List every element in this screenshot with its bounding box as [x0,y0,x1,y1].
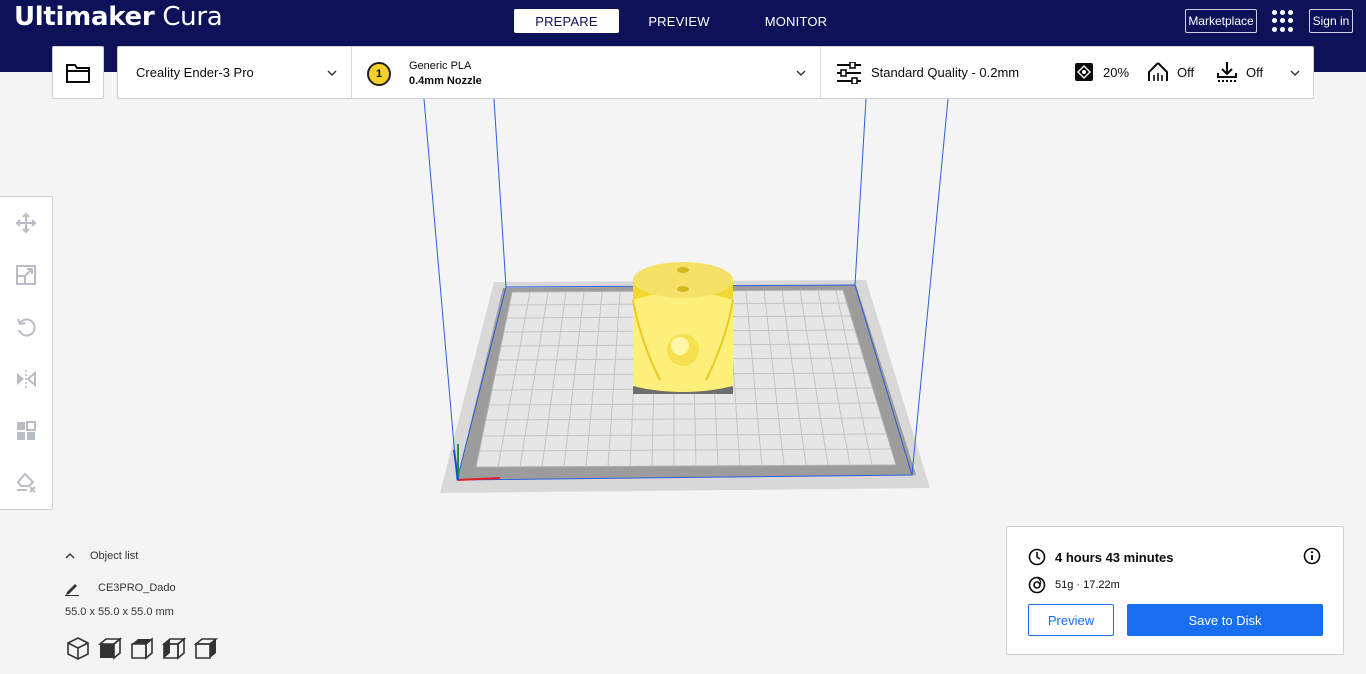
cube-right-icon [193,638,219,659]
chevron-down-icon [327,70,337,76]
per-model-settings-button[interactable] [14,419,38,443]
material-name: Generic PLA [409,60,472,72]
chevron-up-icon [65,553,75,559]
adhesion-setting: Off [1216,61,1263,83]
marketplace-button[interactable]: Marketplace [1185,9,1257,33]
chevron-down-icon [1290,70,1300,76]
info-icon[interactable] [1303,547,1321,565]
print-action-panel: 4 hours 43 minutes 51g · 17.22m Preview … [1006,526,1344,655]
printer-name: Creality Ender-3 Pro [136,65,254,80]
folder-icon [66,63,90,83]
adhesion-value: Off [1246,64,1264,80]
adhesion-icon [1217,62,1237,82]
view-front-button[interactable] [97,636,123,660]
clock-icon [1028,548,1046,566]
support-value: Off [1177,64,1195,80]
sign-in-button[interactable]: Sign in [1309,9,1353,33]
tab-prepare[interactable]: PREPARE [514,9,619,33]
object-list-item[interactable]: CE3PRO_Dado [64,580,264,596]
app-logo: Ultimaker Cura [14,2,223,32]
view-right-button[interactable] [193,636,219,660]
pencil-icon [65,584,79,596]
object-dimensions: 55.0 x 55.0 x 55.0 mm [65,606,174,618]
per-model-settings-icon [17,421,36,440]
nozzle-size: 0.4mm Nozzle [409,75,482,87]
mirror-icon [17,370,36,388]
save-to-disk-button[interactable]: Save to Disk [1127,604,1323,636]
view-left-button[interactable] [161,636,187,660]
move-icon [15,212,37,234]
infill-setting: 20% [1073,61,1129,83]
print-time: 4 hours 43 minutes [1055,549,1174,565]
view-top-button[interactable] [130,636,154,660]
quality-profile: Standard Quality - 0.2mm [871,65,1020,80]
rotate-icon [17,318,36,337]
tool-toolbar [0,196,53,510]
cube-front-icon [97,637,123,660]
print-time-row: 4 hours 43 minutes [1028,548,1173,566]
scale-icon [16,265,36,285]
material-usage-row: 51g · 17.22m [1028,576,1120,594]
view-3d-button[interactable] [66,636,90,660]
settings-sliders-icon [837,62,861,84]
scale-tool-button[interactable] [14,263,38,287]
mirror-tool-button[interactable] [14,367,38,391]
object-name: CE3PRO_Dado [98,582,176,594]
material-selector[interactable]: 1 Generic PLA 0.4mm Nozzle [352,47,821,98]
chevron-down-icon [796,70,806,76]
tab-preview[interactable]: PREVIEW [619,9,739,33]
support-blocker-icon [16,472,36,493]
support-blocker-button[interactable] [14,471,38,495]
spool-icon [1028,576,1046,594]
infill-value: 20% [1103,64,1130,80]
view-orientation-buttons [66,636,226,660]
material-info: Generic PLA 0.4mm Nozzle [409,59,482,89]
extruder-badge: 1 [367,62,391,86]
object-list-toggle[interactable]: Object list [64,550,264,562]
settings-bar: Creality Ender-3 Pro 1 Generic PLA 0.4mm… [117,46,1314,99]
stage-tabs: PREPARE PREVIEW MONITOR [514,9,853,33]
printer-selector[interactable]: Creality Ender-3 Pro [118,47,352,98]
infill-icon [1075,63,1093,81]
preview-button[interactable]: Preview [1028,604,1114,636]
object-list-title: Object list [90,550,139,562]
cube-3d-icon [67,637,89,660]
cube-top-icon [131,637,153,660]
support-icon [1148,62,1168,81]
support-setting: Off [1147,61,1194,83]
print-settings-selector[interactable]: Standard Quality - 0.2mm 20% Off Off [821,47,1313,98]
cube-left-icon [161,637,187,660]
rotate-tool-button[interactable] [14,315,38,339]
open-file-button[interactable] [52,46,104,99]
tab-monitor[interactable]: MONITOR [739,9,853,33]
apps-grid-icon[interactable] [1272,10,1294,32]
material-usage: 51g · 17.22m [1055,579,1120,591]
move-tool-button[interactable] [14,211,38,235]
